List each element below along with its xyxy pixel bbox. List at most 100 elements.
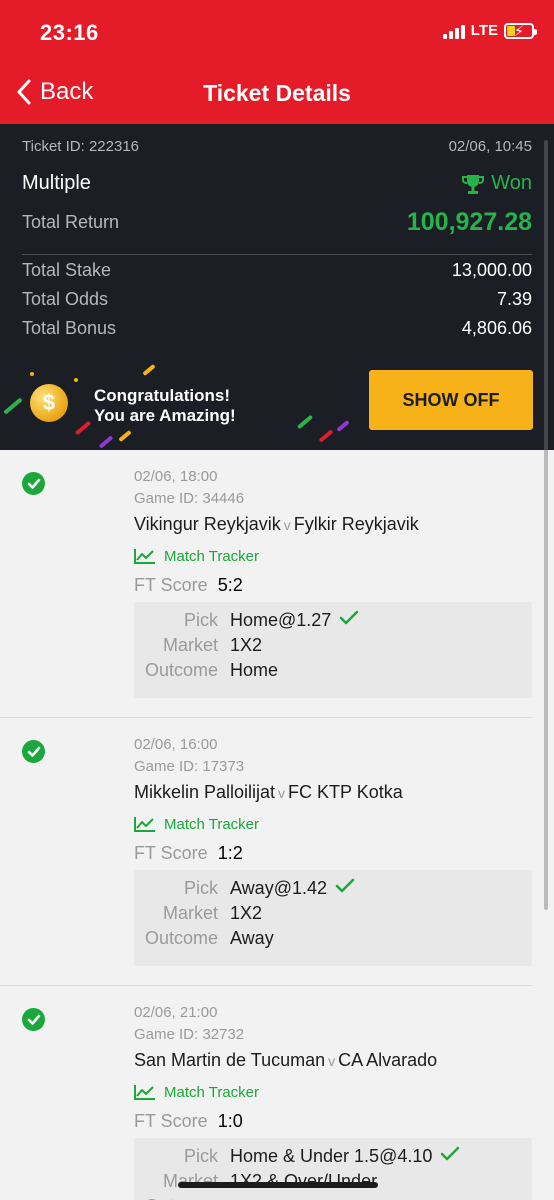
outcome-label: Outcome <box>134 1196 218 1200</box>
away-team: CA Alvarado <box>338 1050 438 1070</box>
market-value: 1X2 <box>230 903 263 923</box>
pick-details: Pick Away@1.42 Market 1X2 Outcome Away <box>134 870 532 966</box>
match-tracker-link[interactable]: Match Tracker <box>134 542 532 570</box>
total-stake-label: Total Stake <box>22 260 112 280</box>
total-bonus-row: Total Bonus 4,806.06 <box>22 318 532 339</box>
chart-line-icon <box>134 549 155 564</box>
ft-score-value: 5:2 <box>217 574 243 595</box>
selection-body: 02/06, 21:00 Game ID: 32732 San Martin de … <box>134 1004 532 1200</box>
pick-row: Pick Home & Under 1.5@4.10 <box>134 1144 532 1169</box>
won-check-icon <box>22 472 45 495</box>
back-button[interactable]: Back <box>16 78 93 106</box>
outcome-label: Outcome <box>144 928 218 948</box>
back-label: Back <box>40 78 94 105</box>
ft-score-row: FT Score 5:2 <box>134 570 532 600</box>
redaction-mark <box>178 1182 378 1188</box>
ft-score-row: FT Score 1:2 <box>134 838 532 868</box>
selections-list: 02/06, 18:00 Game ID: 34446 Vikingur Reykj… <box>0 450 554 1200</box>
summary-divider <box>22 254 532 255</box>
ticket-type: Multiple <box>22 172 91 194</box>
market-label: Market <box>162 635 218 655</box>
check-icon <box>339 610 359 631</box>
ft-score-row: FT Score 1:0 <box>134 1106 532 1136</box>
coin-icon: $ <box>30 384 68 422</box>
match-date: 02/06, 21:00 <box>134 1004 218 1021</box>
ft-score-label: FT Score <box>134 1110 208 1131</box>
pick-label: Pick <box>183 878 218 898</box>
pick-value: Away@1.42 <box>230 878 327 898</box>
congrats-line-1: Congratulations! <box>94 386 230 405</box>
total-odds-value: 7.39 <box>496 289 532 309</box>
status-icons: LTE ⚡ <box>442 22 537 39</box>
market-value: 1X2 <box>230 635 263 655</box>
match-teams: San Martin de Tucuman v CA Alvarado <box>134 1050 532 1078</box>
won-check-icon <box>22 740 45 763</box>
versus-label: v <box>328 1053 336 1069</box>
match-teams: Mikkelin Palloilijat v FC KTP Kotka <box>134 782 532 810</box>
total-stake-row: Total Stake 13,000.00 <box>22 260 532 281</box>
won-check-icon <box>22 1008 45 1031</box>
congrats-line-2: You are Amazing! <box>94 406 236 425</box>
total-return-value: 100,927.28 <box>406 208 532 236</box>
outcome-row: Outcome Away <box>134 926 532 951</box>
total-odds-label: Total Odds <box>22 289 109 309</box>
chart-line-icon <box>134 1085 155 1100</box>
selection-body: 02/06, 16:00 Game ID: 17373 Mikkelin Pallo… <box>134 736 532 966</box>
ticket-id: Ticket ID: 222316 <box>22 138 140 155</box>
outcome-row: Outcome <box>134 1194 532 1200</box>
match-tracker-label: Match Tracker <box>164 815 260 833</box>
congrats-banner: $ Congratulations! You are Amazing! SHOW… <box>0 360 554 450</box>
ticket-summary: Ticket ID: 222316 02/06, 10:45 Multiple … <box>0 124 554 450</box>
check-icon <box>335 878 355 899</box>
versus-label: v <box>283 517 291 533</box>
ft-score-label: FT Score <box>134 574 208 595</box>
ticket-id-row: Ticket ID: 222316 02/06, 10:45 <box>22 138 532 155</box>
network-label: LTE <box>470 22 498 39</box>
market-row: Market 1X2 <box>134 901 532 926</box>
ft-score-value: 1:0 <box>217 1110 243 1131</box>
match-tracker-label: Match Tracker <box>164 1083 260 1101</box>
battery-icon: ⚡ <box>504 22 537 39</box>
home-team: Mikkelin Palloilijat <box>134 782 276 802</box>
selection-card: 02/06, 16:00 Game ID: 17373 Mikkelin Pallo… <box>0 718 532 986</box>
pick-row: Pick Away@1.42 <box>134 876 532 901</box>
pick-details: Pick Home@1.27 Market 1X2 Outcome Home <box>134 602 532 698</box>
market-row: Market 1X2 <box>134 633 532 658</box>
pick-row: Pick Home@1.27 <box>134 608 532 633</box>
ticket-type-row: Multiple Won <box>22 172 532 195</box>
pick-value: Home@1.27 <box>230 610 332 630</box>
selection-card: 02/06, 18:00 Game ID: 34446 Vikingur Reykj… <box>0 450 532 718</box>
game-id: Game ID: 32732 <box>134 1026 245 1043</box>
match-tracker-label: Match Tracker <box>164 547 260 565</box>
show-off-button[interactable]: SHOW OFF <box>369 370 533 430</box>
signal-icon <box>442 23 465 39</box>
selection-body: 02/06, 18:00 Game ID: 34446 Vikingur Reykj… <box>134 468 532 698</box>
away-team: Fylkir Reykjavik <box>293 514 419 534</box>
match-teams: Vikingur Reykjavik v Fylkir Reykjavik <box>134 514 532 542</box>
status-time: 23:16 <box>40 20 99 45</box>
match-tracker-link[interactable]: Match Tracker <box>134 1078 532 1106</box>
total-return-row: Total Return 100,927.28 <box>22 208 532 237</box>
market-label: Market <box>162 903 218 923</box>
match-tracker-link[interactable]: Match Tracker <box>134 810 532 838</box>
match-date: 02/06, 18:00 <box>134 468 218 485</box>
ticket-datetime: 02/06, 10:45 <box>448 138 532 155</box>
won-label: Won <box>491 172 532 194</box>
chevron-left-icon <box>17 79 31 105</box>
versus-label: v <box>278 785 286 801</box>
congrats-text: Congratulations! You are Amazing! <box>94 386 236 426</box>
won-status: Won <box>461 172 532 195</box>
chart-line-icon <box>134 817 155 832</box>
home-team: San Martin de Tucuman <box>134 1050 326 1070</box>
trophy-icon <box>462 174 485 194</box>
match-date: 02/06, 16:00 <box>134 736 218 753</box>
total-stake-value: 13,000.00 <box>451 260 532 280</box>
scrollbar[interactable] <box>544 140 548 910</box>
pick-label: Pick <box>183 610 218 630</box>
outcome-row: Outcome Home <box>134 658 532 683</box>
home-team: Vikingur Reykjavik <box>134 514 281 534</box>
outcome-value: Home <box>230 660 279 680</box>
game-id: Game ID: 17373 <box>134 758 245 775</box>
total-odds-row: Total Odds 7.39 <box>22 289 532 310</box>
pick-label: Pick <box>183 1146 218 1166</box>
